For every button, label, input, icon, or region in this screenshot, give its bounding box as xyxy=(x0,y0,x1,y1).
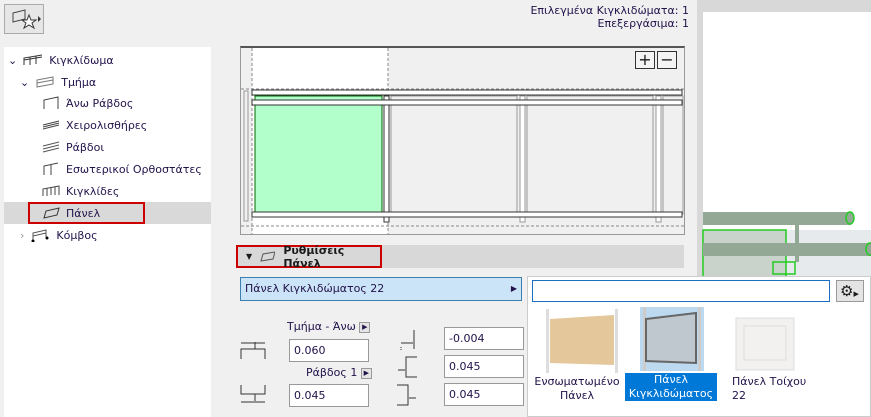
triangle-down-icon: ▼ xyxy=(246,252,253,261)
library-item-label-selected: Πάνελ Κιγκλιδώματος xyxy=(625,373,717,401)
panel-type-dropdown[interactable]: Πάνελ Κιγκλιδώματος 22 ▶ xyxy=(240,277,522,301)
node-icon xyxy=(31,229,49,242)
tree-item-railing[interactable]: ⌄ Κιγκλίδωμα xyxy=(8,50,114,70)
top-rail-icon xyxy=(43,96,59,109)
right-gap-icon xyxy=(397,384,416,406)
favorites-star-icon xyxy=(12,9,41,30)
left-gap-icon xyxy=(398,356,417,378)
settings-tree: ⌄ Κιγκλίδωμα ⌄ Τμήμα Άνω Ράβδος Χειρολισθή… xyxy=(4,47,211,417)
chevron-down-icon[interactable]: ⌄ xyxy=(20,76,29,89)
library-options-button[interactable]: ⚙▶ xyxy=(836,280,864,302)
inner-posts-icon xyxy=(43,162,59,175)
selected-railings-count: Επιλεγμένα Κιγκλιδώματα: 1 xyxy=(530,4,689,17)
left-gap-input[interactable]: 0.045 xyxy=(444,355,524,378)
top-offset-input[interactable]: 0.060 xyxy=(289,339,369,362)
library-search-input[interactable] xyxy=(532,280,830,302)
bottom-offset-icon xyxy=(240,385,266,403)
library-item-label: Ενσωματωμένο Πάνελ xyxy=(534,375,620,402)
panel-settings-toggle[interactable]: ▼ Ρυθμίσεις Πάνελ xyxy=(236,244,382,270)
wall-panel-thumbnail xyxy=(735,317,795,371)
editable-count: Επεξεργάσιμα: 1 xyxy=(597,17,690,30)
panel-preview[interactable]: + − xyxy=(240,46,685,235)
favorites-button[interactable] xyxy=(4,4,44,34)
side-offset-input[interactable]: -0.004 xyxy=(444,327,524,350)
bottom-reference-menu-button[interactable]: ▶ xyxy=(360,367,372,379)
railing-segment-drawing xyxy=(241,48,684,234)
side-offset-icon xyxy=(400,330,415,351)
tree-item-handrails[interactable]: Χειρολισθήρες xyxy=(42,115,147,135)
top-reference-label: Τμήμα - Άνω ▶ xyxy=(287,320,371,333)
top-offset-icon xyxy=(240,342,266,359)
tree-item-panel[interactable]: Πάνελ xyxy=(42,203,100,223)
tree-item-top-rail[interactable]: Άνω Ράβδος xyxy=(42,93,133,113)
railing-icon xyxy=(23,54,43,65)
gear-icon: ⚙ xyxy=(840,282,854,300)
tree-item-segment[interactable]: ⌄ Τμήμα xyxy=(20,72,96,92)
handrails-icon xyxy=(42,120,60,130)
balusters-icon xyxy=(42,185,60,196)
top-reference-menu-button[interactable]: ▶ xyxy=(359,321,371,333)
chevron-down-icon[interactable]: ⌄ xyxy=(8,54,17,67)
bottom-offset-input[interactable]: 0.045 xyxy=(289,384,369,407)
tree-item-balusters[interactable]: Κιγκλίδες xyxy=(42,181,119,201)
tree-item-node[interactable]: › Κόμβος xyxy=(20,225,98,245)
triangle-right-icon: ▶ xyxy=(510,284,517,293)
library-item-railing-panel[interactable] xyxy=(640,307,704,371)
tree-item-rails[interactable]: Ράβδοι xyxy=(42,137,104,157)
bottom-reference-label: Ράβδος 1 ▶ xyxy=(306,366,372,379)
rails-icon xyxy=(42,141,60,153)
panel-icon xyxy=(43,207,60,219)
library-item-embedded-panel[interactable] xyxy=(540,309,624,373)
zoom-in-button[interactable]: + xyxy=(635,51,655,69)
panel-icon xyxy=(260,251,276,262)
glass-panel-thumbnail xyxy=(643,307,701,371)
wood-panel-thumbnail xyxy=(546,309,618,373)
chevron-right-icon[interactable]: › xyxy=(20,229,24,242)
library-item-label: Πάνελ Τοίχου 22 xyxy=(732,375,807,402)
segment-icon xyxy=(36,76,54,88)
zoom-out-button[interactable]: − xyxy=(657,51,677,69)
right-gap-input[interactable]: 0.045 xyxy=(444,383,524,406)
library-item-wall-panel[interactable] xyxy=(735,316,795,372)
tree-item-inner-posts[interactable]: Εσωτερικοί Ορθοστάτες xyxy=(42,159,202,179)
